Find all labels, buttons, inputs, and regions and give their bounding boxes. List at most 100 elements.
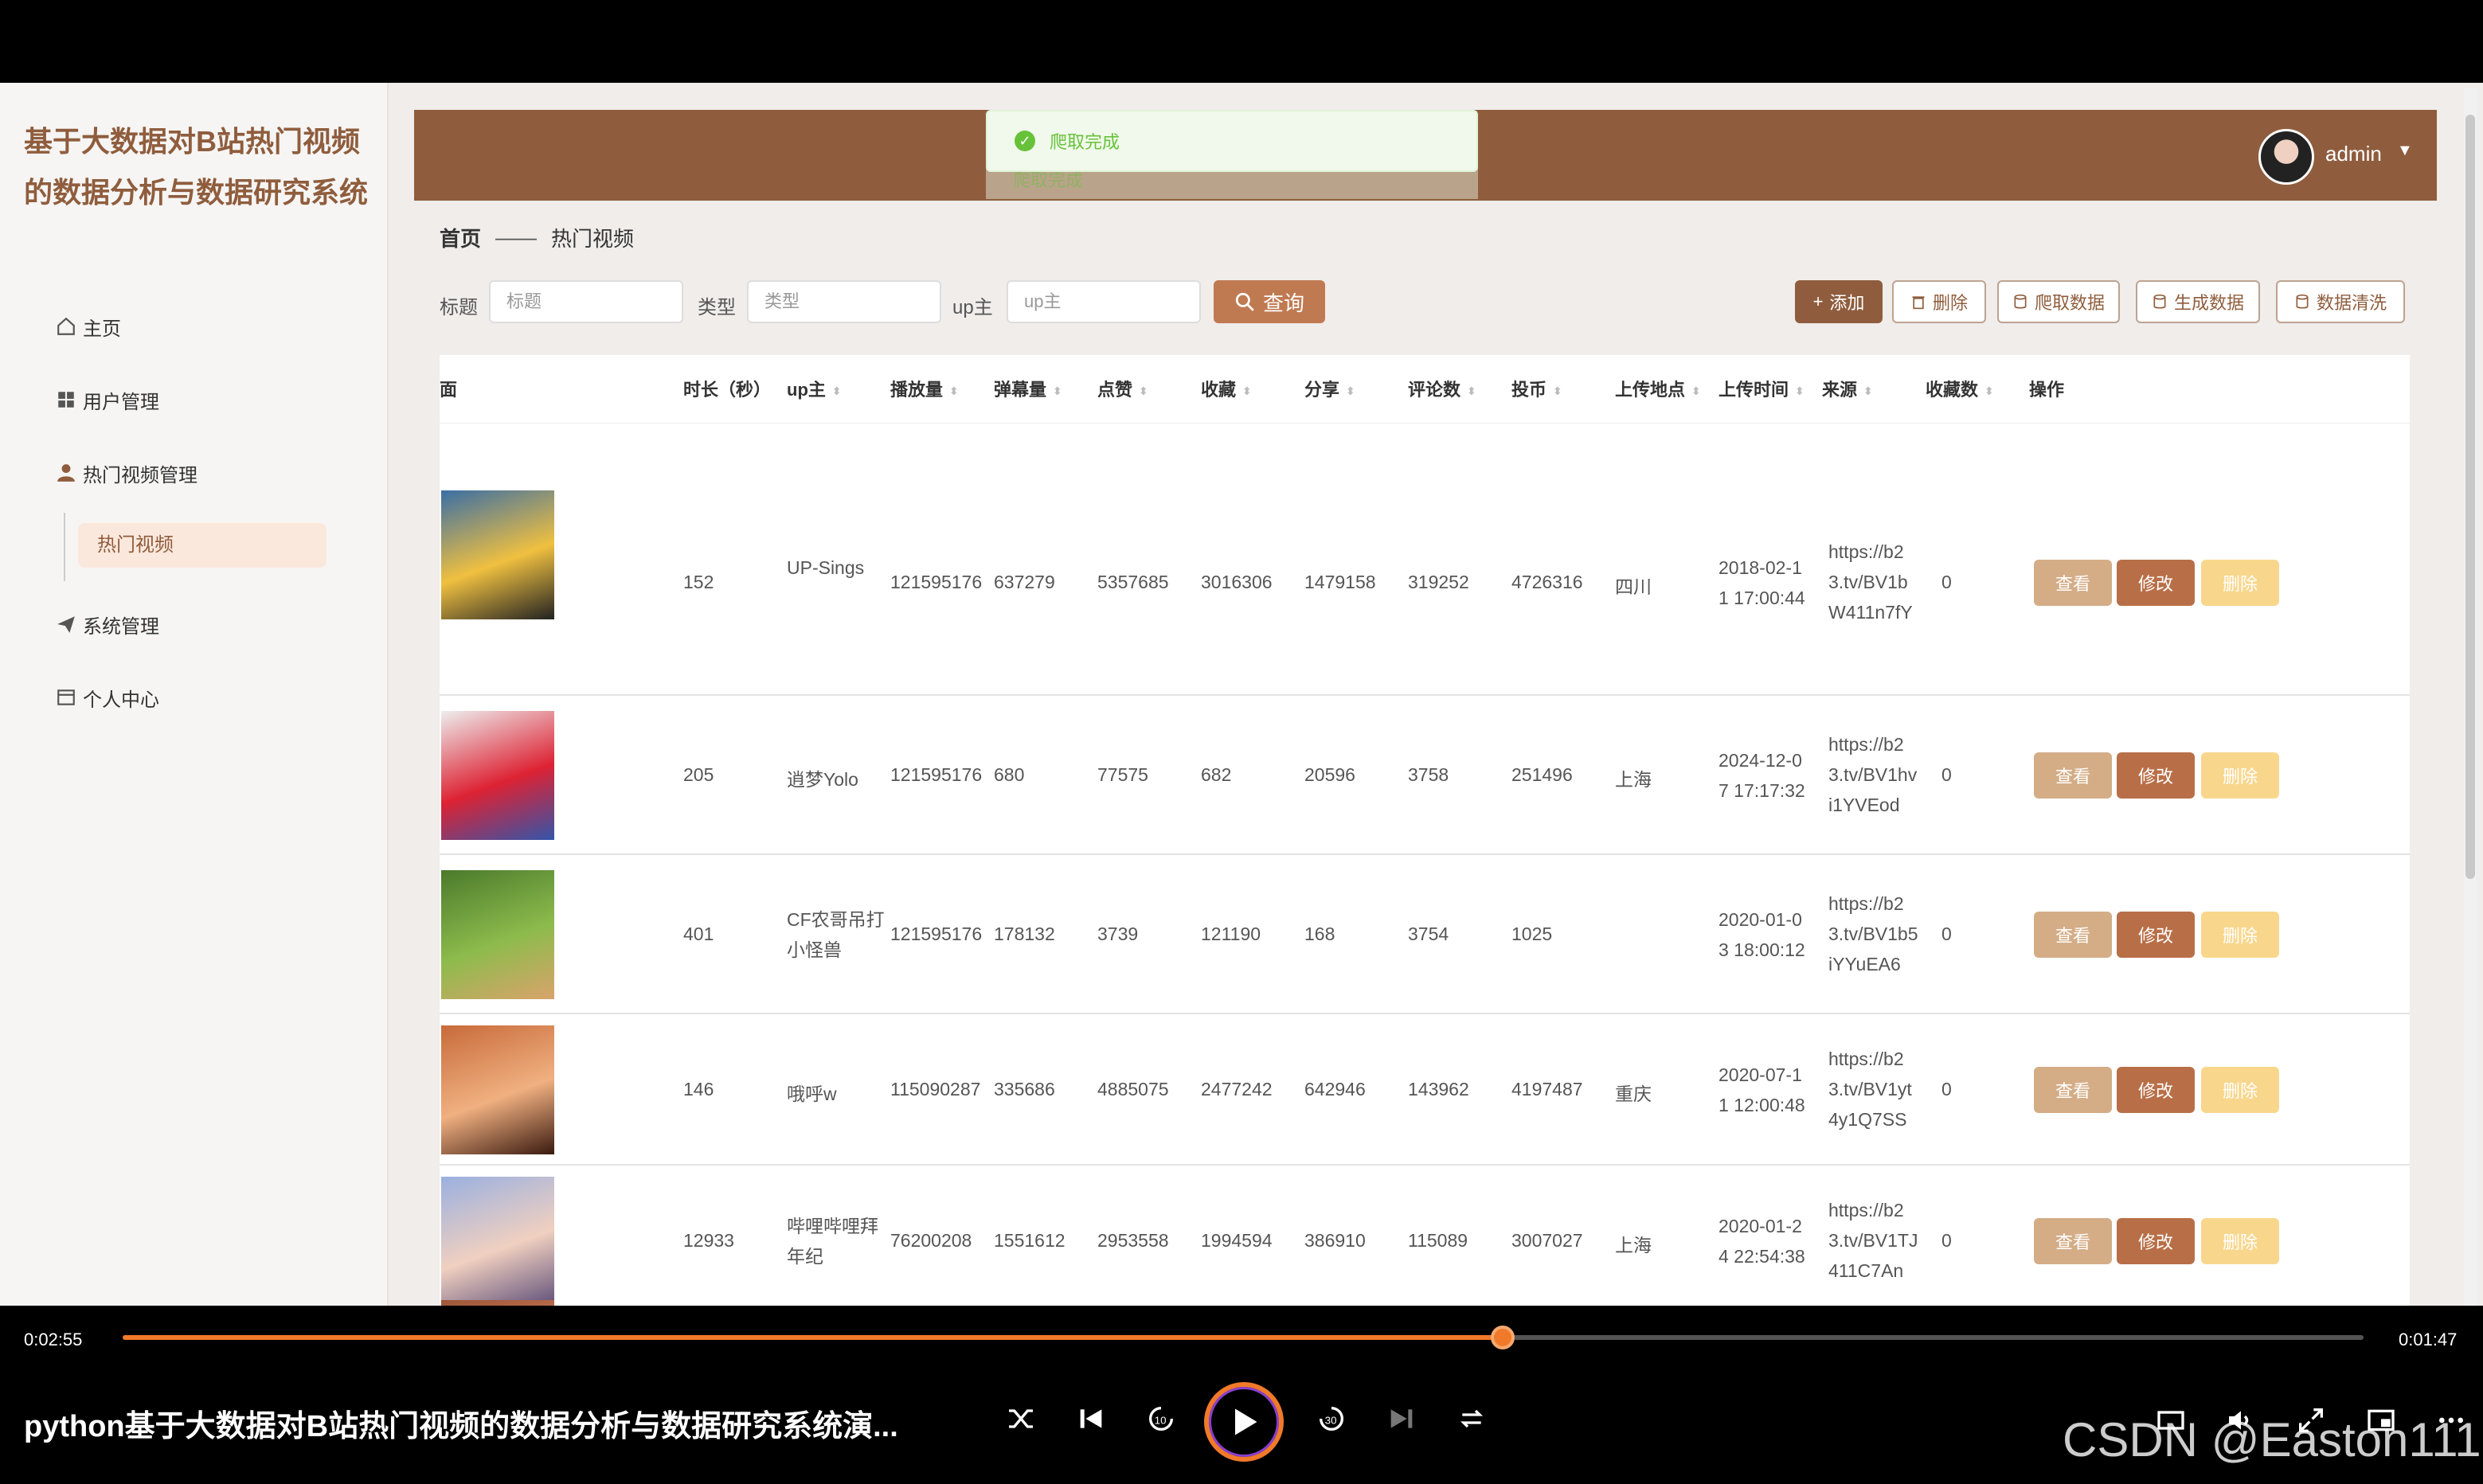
sort-icon[interactable]: ⬍ [1984, 385, 1994, 397]
cell-fav_count: 0 [1941, 1230, 1952, 1251]
col-duration[interactable]: 时长（秒） [683, 376, 771, 401]
cell-time: 2020-01-0 3 18:00:12 [1719, 909, 1805, 960]
edit-button[interactable]: 修改 [2117, 752, 2195, 799]
add-button[interactable]: + 添加 [1795, 280, 1883, 323]
view-button[interactable]: 查看 [2034, 912, 2112, 958]
video-thumbnail[interactable] [441, 711, 554, 840]
sort-icon[interactable]: ⬍ [1691, 385, 1701, 397]
col-shares[interactable]: 分享 ⬍ [1304, 376, 1355, 401]
edit-button[interactable]: 修改 [2117, 912, 2195, 958]
forward-30-button[interactable]: 30 [1308, 1395, 1355, 1443]
user-icon [57, 464, 75, 482]
sort-icon[interactable]: ⬍ [1553, 385, 1562, 397]
col-favorites[interactable]: 收藏 ⬍ [1201, 376, 1252, 401]
rewind-10-button[interactable]: 10 [1137, 1395, 1185, 1443]
col-up[interactable]: up主 ⬍ [787, 376, 842, 401]
sort-icon[interactable]: ⬍ [832, 385, 842, 397]
cell-duration: 146 [683, 1079, 714, 1099]
title-input[interactable]: 标题 [489, 280, 683, 323]
view-button[interactable]: 查看 [2034, 1218, 2112, 1264]
sort-icon[interactable]: ⬍ [1139, 385, 1148, 397]
sidebar-item-hot-video-manage[interactable]: 热门视频管理 [56, 457, 197, 489]
cell-source[interactable]: https://b2 3.tv/BV1hv i1YVEod [1828, 729, 1932, 820]
cell-source[interactable]: https://b2 3.tv/BV1b5 iYYuEA6 [1828, 888, 1932, 979]
edit-button[interactable]: 修改 [2117, 560, 2195, 606]
video-thumbnail[interactable] [441, 1025, 554, 1154]
col-location[interactable]: 上传地点 ⬍ [1615, 376, 1701, 401]
col-coins[interactable]: 投币 ⬍ [1511, 376, 1562, 401]
shuffle-button[interactable] [997, 1395, 1045, 1443]
edit-button[interactable]: 修改 [2117, 1067, 2195, 1113]
progress-knob[interactable] [1491, 1326, 1515, 1349]
sidebar-item-system[interactable]: 系统管理 [56, 608, 159, 640]
avatar[interactable] [2258, 129, 2314, 185]
breadcrumb-home[interactable]: 首页 [440, 223, 481, 252]
next-button[interactable] [1378, 1395, 1425, 1443]
check-icon: ✓ [1015, 131, 1035, 151]
video-thumbnail[interactable] [441, 490, 554, 619]
sidebar-item-profile[interactable]: 个人中心 [56, 681, 159, 713]
sort-icon[interactable]: ⬍ [1863, 385, 1873, 397]
previous-button[interactable] [1067, 1395, 1115, 1443]
col-plays[interactable]: 播放量 ⬍ [890, 376, 959, 401]
search-button[interactable]: 查询 [1214, 280, 1325, 323]
volume-icon[interactable] [2225, 1404, 2257, 1436]
type-input[interactable]: 类型 [747, 280, 941, 323]
col-location-label: 上传地点 [1615, 380, 1686, 400]
up-input[interactable]: up主 [1007, 280, 1201, 323]
sidebar-item-users[interactable]: 用户管理 [56, 384, 159, 416]
crawl-button[interactable]: 爬取数据 [1997, 280, 2120, 323]
repeat-button[interactable] [1448, 1395, 1496, 1443]
col-comments[interactable]: 评论数 ⬍ [1408, 376, 1476, 401]
col-danmaku[interactable]: 弹幕量 ⬍ [994, 376, 1062, 401]
col-fav-count[interactable]: 收藏数 ⬍ [1926, 376, 1994, 401]
remaining-time: 0:01:47 [2399, 1330, 2458, 1349]
caret-down-icon[interactable]: ▼ [2397, 142, 2413, 160]
sidebar-item-home[interactable]: 主页 [56, 310, 121, 342]
delete-row-button[interactable]: 删除 [2201, 912, 2279, 958]
video-thumbnail[interactable] [441, 1177, 554, 1306]
cell-plays: 121595176 [890, 764, 983, 785]
col-source[interactable]: 来源 ⬍ [1822, 376, 1873, 401]
cell-source[interactable]: https://b2 3.tv/BV1yt 4y1Q7SS [1828, 1044, 1932, 1134]
view-button[interactable]: 查看 [2034, 1067, 2112, 1113]
username[interactable]: admin [2325, 142, 2382, 166]
more-icon[interactable] [2435, 1404, 2467, 1436]
breadcrumb-current: 热门视频 [551, 227, 635, 251]
play-button[interactable] [1204, 1382, 1284, 1462]
cell-source[interactable]: https://b2 3.tv/BV1TJ 411C7An [1828, 1195, 1932, 1286]
expand-icon[interactable] [2295, 1404, 2327, 1436]
sort-icon[interactable]: ⬍ [1242, 385, 1252, 397]
cell-fav_count: 0 [1941, 572, 1952, 592]
delete-row-button[interactable]: 删除 [2201, 752, 2279, 799]
table-row: 401 CF农哥吊打 小怪兽 121595176 178132 3739 121190 16… [440, 855, 2410, 1014]
edit-button[interactable]: 修改 [2117, 1218, 2195, 1264]
sort-icon[interactable]: ⬍ [1053, 385, 1062, 397]
delete-button[interactable]: 删除 [1892, 280, 1986, 323]
cell-location: 上海 [1615, 769, 1652, 790]
sidebar-subitem-hot-video[interactable]: 热门视频 [78, 523, 327, 568]
view-button[interactable]: 查看 [2034, 752, 2112, 799]
sidebar: 基于大数据对B站热门视频的数据分析与数据研究系统 主页 用户管理 热门视频管理 … [0, 83, 389, 1306]
breadcrumb: 首页 —— 热门视频 [440, 223, 634, 252]
sort-icon[interactable]: ⬍ [1346, 385, 1355, 397]
delete-row-button[interactable]: 删除 [2201, 1218, 2279, 1264]
cell-source[interactable]: https://b2 3.tv/BV1b W411n7fY [1828, 537, 1932, 627]
col-likes[interactable]: 点赞 ⬍ [1097, 376, 1148, 401]
view-button[interactable]: 查看 [2034, 560, 2112, 606]
generate-button[interactable]: 生成数据 [2136, 280, 2260, 323]
delete-row-button[interactable]: 删除 [2201, 560, 2279, 606]
subtitles-icon[interactable] [2155, 1404, 2187, 1436]
pip-icon[interactable] [2365, 1404, 2397, 1436]
col-time[interactable]: 上传时间 ⬍ [1719, 376, 1805, 401]
clean-button[interactable]: 数据清洗 [2276, 280, 2405, 323]
sort-icon[interactable]: ⬍ [949, 385, 959, 397]
video-thumbnail[interactable] [441, 870, 554, 999]
title-label: 标题 [440, 297, 478, 318]
video-thumbnail[interactable] [441, 1300, 554, 1306]
delete-row-button[interactable]: 删除 [2201, 1067, 2279, 1113]
sort-icon[interactable]: ⬍ [1795, 385, 1805, 397]
cell-favorites: 682 [1201, 764, 1232, 785]
sort-icon[interactable]: ⬍ [1467, 385, 1476, 397]
scrollbar-thumb[interactable] [2465, 115, 2475, 879]
